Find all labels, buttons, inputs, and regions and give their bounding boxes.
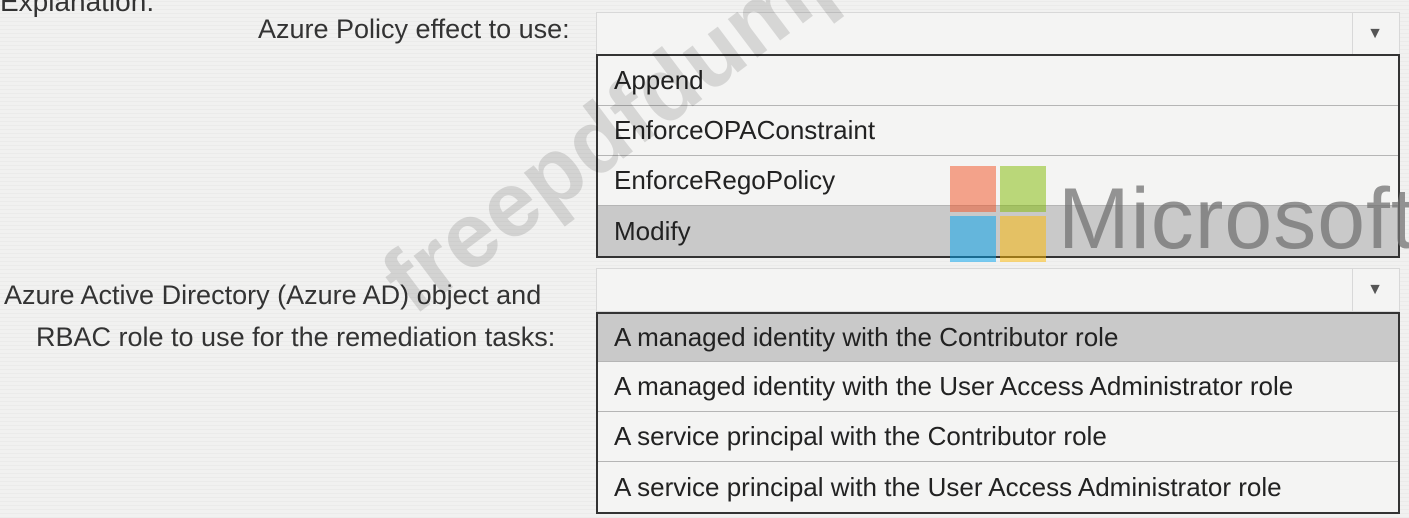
azure-ad-object-label-line1: Azure Active Directory (Azure AD) object… [4,280,542,310]
azure-ad-object-options: A managed identity with the Contributor … [596,312,1400,514]
option-append[interactable]: Append [598,56,1398,106]
explanation-heading: Explanation: [0,0,155,17]
policy-effect-dropdown[interactable]: ▼ [596,12,1400,56]
policy-effect-label: Azure Policy effect to use: [258,14,570,44]
chevron-down-icon[interactable]: ▼ [1352,269,1397,311]
option-modify[interactable]: Modify [598,206,1398,256]
azure-ad-object-dropdown[interactable]: ▼ [596,268,1400,312]
option-managed-identity-contributor[interactable]: A managed identity with the Contributor … [598,314,1398,362]
option-enforce-opa-constraint[interactable]: EnforceOPAConstraint [598,106,1398,156]
option-service-principal-contributor[interactable]: A service principal with the Contributor… [598,412,1398,462]
option-service-principal-uaa[interactable]: A service principal with the User Access… [598,462,1398,512]
option-managed-identity-uaa[interactable]: A managed identity with the User Access … [598,362,1398,412]
policy-effect-options: Append EnforceOPAConstraint EnforceRegoP… [596,54,1400,258]
chevron-down-icon[interactable]: ▼ [1352,13,1397,55]
option-enforce-rego-policy[interactable]: EnforceRegoPolicy [598,156,1398,206]
azure-ad-object-label-line2: RBAC role to use for the remediation tas… [36,322,556,352]
